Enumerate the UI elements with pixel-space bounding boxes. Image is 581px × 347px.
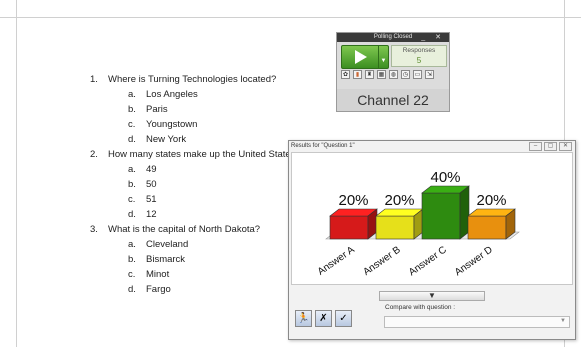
- value-label-2: 20%: [384, 192, 414, 209]
- answer-1b: b. Paris: [90, 102, 295, 117]
- question-text: How many states make up the United State…: [108, 149, 296, 160]
- question-number: 3.: [90, 224, 98, 235]
- polling-widget: Polling Closed _ ✕ ▼ Responses 5 ✿ ▮ ♜ ▦…: [336, 32, 450, 112]
- answer-text: Fargo: [146, 284, 171, 295]
- category-label-1: Answer A: [316, 244, 357, 277]
- answer-text: Paris: [146, 104, 168, 115]
- clock-icon[interactable]: ◷: [401, 70, 410, 79]
- minimize-button[interactable]: –: [529, 142, 542, 151]
- answer-letter: b.: [128, 179, 136, 190]
- answer-letter: a.: [128, 89, 136, 100]
- start-polling-button[interactable]: ▼: [341, 45, 389, 69]
- value-label-3: 40%: [430, 169, 460, 186]
- poll-status: Polling Closed: [373, 34, 413, 40]
- answer-3a: a. Cleveland: [90, 237, 295, 252]
- answer-letter: a.: [128, 239, 136, 250]
- monitor-icon[interactable]: ▭: [413, 70, 422, 79]
- question-3[interactable]: 3. What is the capital of North Dakota?: [90, 222, 295, 237]
- responses-label: Responses: [402, 47, 436, 54]
- bar-4-front: [467, 215, 507, 240]
- answer-1c: c. Youngstown: [90, 117, 295, 132]
- answer-letter: c.: [128, 269, 136, 280]
- chevron-down-icon: ▼: [560, 318, 566, 324]
- answer-letter: d.: [128, 209, 136, 220]
- answer-1a: a. Los Angeles: [90, 87, 295, 102]
- answer-2b: b. 50: [90, 177, 295, 192]
- question-1[interactable]: 1. Where is Turning Technologies located?: [90, 72, 295, 87]
- compare-label: Compare with question :: [385, 304, 456, 311]
- category-label-2: Answer B: [361, 244, 403, 278]
- question-number: 1.: [90, 74, 98, 85]
- question-2[interactable]: 2. How many states make up the United Sta…: [90, 147, 295, 162]
- answer-letter: a.: [128, 164, 136, 175]
- answer-2d: d. 12: [90, 207, 295, 222]
- poll-toolbar: ✿ ▮ ♜ ▦ ◍ ◷ ▭ ⇲: [341, 70, 434, 80]
- question-text: Where is Turning Technologies located?: [108, 74, 277, 85]
- bar-chart-icon[interactable]: ▮: [353, 70, 362, 79]
- bar-3-front: [421, 192, 461, 240]
- play-icon: [355, 50, 367, 64]
- answer-text: Minot: [146, 269, 170, 280]
- bar-2-front: [375, 215, 415, 240]
- answer-letter: b.: [128, 254, 136, 265]
- question-text: What is the capital of North Dakota?: [108, 224, 261, 235]
- chevron-down-icon[interactable]: ▼: [378, 46, 388, 68]
- answer-letter: c.: [128, 119, 136, 130]
- category-label-4: Answer D: [453, 244, 495, 278]
- grid-icon[interactable]: ▦: [377, 70, 386, 79]
- answer-2c: c. 51: [90, 192, 295, 207]
- responses-panel: Responses 5: [391, 45, 447, 67]
- close-button[interactable]: ✕: [559, 142, 572, 151]
- answer-text: Cleveland: [146, 239, 189, 250]
- correct-answers-icon[interactable]: ✓: [335, 310, 352, 327]
- expand-panel-button[interactable]: ▼: [379, 291, 485, 301]
- page-left-edge: [16, 0, 17, 347]
- bar-1-front: [329, 215, 369, 240]
- page-top-edge: [0, 17, 581, 18]
- run-icon[interactable]: 🏃: [295, 310, 312, 327]
- trophy-icon[interactable]: ♜: [365, 70, 374, 79]
- results-chart-area: 20% Answer A 20% Answer B 40% Answer C 20% Answ…: [291, 152, 573, 285]
- answer-text: 51: [146, 194, 157, 205]
- maximize-button[interactable]: ▢: [544, 142, 557, 151]
- bar-3-side: [459, 185, 470, 240]
- responses-count: 5: [416, 56, 422, 65]
- answer-letter: b.: [128, 104, 136, 115]
- answer-3d: d. Fargo: [90, 282, 295, 297]
- poll-titlebar[interactable]: Polling Closed _ ✕: [337, 33, 449, 42]
- answer-letter: c.: [128, 194, 136, 205]
- answer-text: 50: [146, 179, 157, 190]
- answer-2a: a. 49: [90, 162, 295, 177]
- poll-window-controls[interactable]: _ ✕: [421, 33, 445, 42]
- expand-icon[interactable]: ⇲: [425, 70, 434, 79]
- value-label-1: 20%: [338, 192, 368, 209]
- answer-text: 49: [146, 164, 157, 175]
- results-window: Results for "Question 1" – ▢ ✕ 20% Answer…: [288, 140, 576, 340]
- answer-text: New York: [146, 134, 187, 145]
- results-window-title: Results for "Question 1": [291, 143, 355, 149]
- answer-1d: d. New York: [90, 132, 295, 147]
- answer-3c: c. Minot: [90, 267, 295, 282]
- globe-icon[interactable]: ◍: [389, 70, 398, 79]
- answer-text: Los Angeles: [146, 89, 198, 100]
- answer-3b: b. Bismarck: [90, 252, 295, 267]
- answer-letter: d.: [128, 284, 136, 295]
- wrong-answers-icon[interactable]: ✗: [315, 310, 332, 327]
- category-label-3: Answer C: [407, 244, 449, 278]
- results-chart: 20% Answer A 20% Answer B 40% Answer C 20% Answ…: [316, 169, 520, 278]
- question-document: 1. Where is Turning Technologies located?…: [90, 72, 295, 297]
- answer-text: Bismarck: [146, 254, 186, 265]
- value-label-4: 20%: [476, 192, 506, 209]
- window-controls: – ▢ ✕: [529, 142, 572, 151]
- channel-label: Channel 22: [337, 89, 449, 111]
- answer-text: Youngstown: [146, 119, 198, 130]
- answer-letter: d.: [128, 134, 136, 145]
- compare-question-select[interactable]: ▼: [384, 316, 570, 328]
- question-number: 2.: [90, 149, 98, 160]
- gear-icon[interactable]: ✿: [341, 70, 350, 79]
- answer-text: 12: [146, 209, 157, 220]
